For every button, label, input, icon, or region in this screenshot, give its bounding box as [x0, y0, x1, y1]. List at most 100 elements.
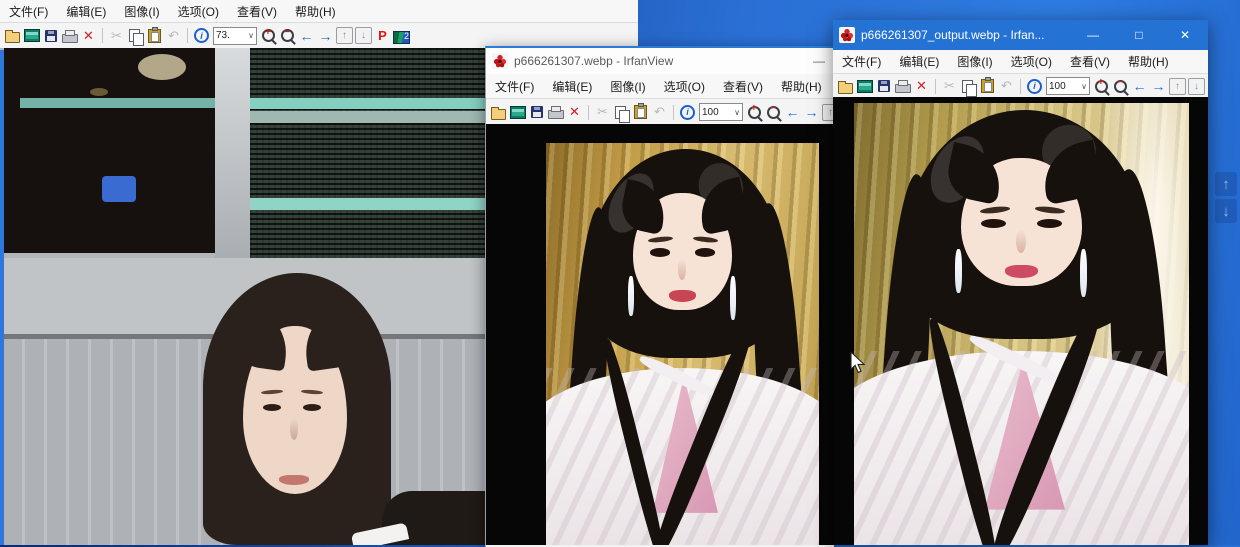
paste-icon[interactable]	[979, 77, 996, 95]
menu-item-file[interactable]: 文件(F)	[0, 3, 57, 20]
up-arrow-glyph: ↑	[336, 27, 353, 44]
cut-icon[interactable]: ✂	[108, 27, 125, 45]
slideshow-icon[interactable]	[856, 77, 873, 95]
portrait-lips	[1005, 265, 1039, 278]
last-file-icon[interactable]: ↓	[1188, 77, 1205, 95]
save-icon[interactable]	[528, 103, 545, 121]
copy-pages-icon	[615, 106, 626, 119]
zoom-out-icon[interactable]: −	[279, 27, 296, 45]
undo-icon[interactable]: ↶	[998, 77, 1015, 95]
portrait-earring	[1080, 249, 1087, 298]
save-icon[interactable]	[875, 77, 892, 95]
photo-left-edge	[0, 50, 4, 545]
clipboard-icon	[981, 79, 994, 93]
first-file-icon[interactable]: ↑	[336, 27, 353, 45]
filmstrip-icon	[24, 29, 40, 42]
previous-file-icon[interactable]: ←	[298, 27, 315, 45]
copy-icon[interactable]	[960, 77, 977, 95]
print-preview-icon[interactable]: P	[1207, 77, 1208, 95]
zoom-combo[interactable]: 100 ∨	[699, 103, 743, 121]
next-file-icon[interactable]: →	[1150, 77, 1167, 95]
desktop-scroll-down-icon[interactable]: ↓	[1215, 199, 1237, 223]
print-icon[interactable]	[61, 27, 78, 45]
previous-file-icon[interactable]: ←	[1131, 77, 1148, 95]
slideshow-icon[interactable]	[23, 27, 40, 45]
paste-icon[interactable]	[146, 27, 163, 45]
menu-item-edit[interactable]: 编辑(E)	[57, 3, 115, 20]
menu-item-options[interactable]: 选项(O)	[1002, 53, 1061, 70]
zoom-combo[interactable]: 100 ∨	[1046, 77, 1090, 95]
menu-item-view[interactable]: 查看(V)	[1061, 53, 1119, 70]
menu-item-options[interactable]: 选项(O)	[655, 78, 714, 95]
photo-lips	[279, 475, 309, 485]
portrait-eye	[650, 248, 670, 256]
info-glyph: i	[1027, 79, 1042, 94]
menu-item-help[interactable]: 帮助(H)	[286, 3, 345, 20]
toolbar-separator	[935, 79, 936, 94]
menu-item-help[interactable]: 帮助(H)	[772, 78, 831, 95]
next-file-icon[interactable]: →	[317, 27, 334, 45]
filmstrip-icon	[510, 106, 526, 119]
photo-blue-object	[102, 176, 136, 202]
zoom-in-icon[interactable]: +	[260, 27, 277, 45]
floppy-icon	[531, 106, 543, 118]
zoom-in-icon[interactable]: +	[1093, 77, 1110, 95]
portrait-eye	[695, 248, 715, 256]
undo-icon[interactable]: ↶	[165, 27, 182, 45]
open-file-icon[interactable]	[837, 77, 854, 95]
palette-glyph: 2	[393, 31, 410, 44]
zoom-out-icon[interactable]: −	[1112, 77, 1129, 95]
zoom-in-icon[interactable]: +	[746, 103, 763, 121]
maximize-button[interactable]: □	[1116, 20, 1162, 50]
toolbar-separator	[1020, 79, 1021, 94]
copy-icon[interactable]	[613, 103, 630, 121]
menu-item-image[interactable]: 图像(I)	[115, 3, 168, 20]
delete-icon[interactable]: ✕	[566, 103, 583, 121]
delete-icon[interactable]: ✕	[913, 77, 930, 95]
open-file-icon[interactable]	[490, 103, 507, 121]
menu-item-edit[interactable]: 编辑(E)	[543, 78, 601, 95]
zoom-out-icon[interactable]: −	[765, 103, 782, 121]
mouse-cursor	[850, 352, 868, 374]
menu-item-file[interactable]: 文件(F)	[833, 53, 890, 70]
undo-icon[interactable]: ↶	[651, 103, 668, 121]
color-palette-icon[interactable]: 2	[393, 27, 410, 45]
first-file-icon[interactable]: ↑	[1169, 77, 1186, 95]
info-icon[interactable]: i	[193, 27, 210, 45]
previous-file-icon[interactable]: ←	[784, 103, 801, 121]
print-icon[interactable]	[894, 77, 911, 95]
menu-item-image[interactable]: 图像(I)	[601, 78, 654, 95]
last-file-icon[interactable]: ↓	[355, 27, 372, 45]
menu-item-help[interactable]: 帮助(H)	[1119, 53, 1178, 70]
cut-icon[interactable]: ✂	[941, 77, 958, 95]
copy-icon[interactable]	[127, 27, 144, 45]
titlebar[interactable]: p666261307_output.webp - Irfan... — □ ✕	[833, 20, 1208, 50]
menu-item-file[interactable]: 文件(F)	[486, 78, 543, 95]
zoom-combo[interactable]: 73. ∨	[213, 27, 257, 45]
minimize-button[interactable]: —	[804, 48, 834, 74]
folder-icon	[491, 109, 506, 120]
menu-item-image[interactable]: 图像(I)	[948, 53, 1001, 70]
info-icon[interactable]: i	[679, 103, 696, 121]
print-icon[interactable]	[547, 103, 564, 121]
paste-icon[interactable]	[632, 103, 649, 121]
menu-item-view[interactable]: 查看(V)	[714, 78, 772, 95]
irfanview-logo-icon	[493, 54, 507, 68]
titlebar[interactable]: p666261307.webp - IrfanView —	[486, 48, 834, 74]
info-icon[interactable]: i	[1026, 77, 1043, 95]
folder-icon	[5, 32, 20, 43]
delete-icon[interactable]: ✕	[80, 27, 97, 45]
cut-icon[interactable]: ✂	[594, 103, 611, 121]
menu-item-options[interactable]: 选项(O)	[169, 3, 228, 20]
window-title: p666261307.webp - IrfanView	[514, 54, 804, 68]
save-icon[interactable]	[42, 27, 59, 45]
slideshow-icon[interactable]	[509, 103, 526, 121]
menu-item-view[interactable]: 查看(V)	[228, 3, 286, 20]
open-file-icon[interactable]	[4, 27, 21, 45]
print-preview-icon[interactable]: P	[374, 27, 391, 45]
next-file-icon[interactable]: →	[803, 103, 820, 121]
close-button[interactable]: ✕	[1162, 20, 1208, 50]
menu-item-edit[interactable]: 编辑(E)	[890, 53, 948, 70]
minimize-button[interactable]: —	[1070, 20, 1116, 50]
desktop-scroll-up-icon[interactable]: ↑	[1215, 172, 1237, 196]
